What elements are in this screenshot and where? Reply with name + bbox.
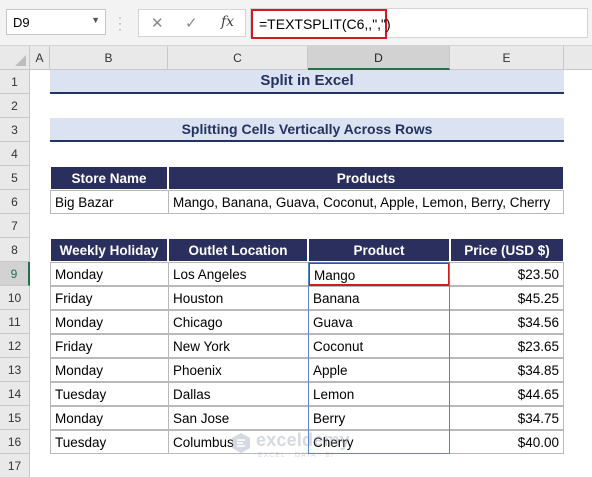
formula-bar: D9 ▼ · · · ✕ ✓ fx =TEXTSPLIT(C6,,",") [0,0,592,46]
product-cell[interactable]: Apple [308,358,450,382]
price-header[interactable]: Price (USD $) [450,238,564,262]
row-header-3[interactable]: 3 [0,118,30,142]
store-name-cell[interactable]: Big Bazar [50,190,169,214]
row-header-2[interactable]: 2 [0,94,30,118]
location-cell[interactable]: Dallas [168,382,309,406]
row-header-9[interactable]: 9 [0,262,30,286]
product-header[interactable]: Product [308,238,450,262]
outlet-location-header[interactable]: Outlet Location [168,238,308,262]
products-cell[interactable]: Mango, Banana, Guava, Coconut, Apple, Le… [168,190,564,214]
chevron-down-icon[interactable]: ▼ [91,15,100,25]
location-cell[interactable]: New York [168,334,309,358]
watermark-name: exceldemy [256,430,350,450]
worksheet-grid: A B C D E 1 2 3 4 5 6 7 8 9 10 11 12 13 … [0,46,592,477]
location-cell[interactable]: Chicago [168,310,309,334]
formula-buttons: ✕ ✓ fx [138,9,246,37]
column-header-b[interactable]: B [50,46,168,70]
select-all-button[interactable] [0,46,30,70]
holiday-cell[interactable]: Monday [50,262,169,286]
holiday-cell[interactable]: Friday [50,286,169,310]
row-header-7[interactable]: 7 [0,214,30,238]
product-cell[interactable]: Coconut [308,334,450,358]
holiday-cell[interactable]: Tuesday [50,382,169,406]
row-header-5[interactable]: 5 [0,166,30,190]
price-cell[interactable]: $23.50 [449,262,564,286]
name-box-value: D9 [13,15,30,30]
row-header-16[interactable]: 16 [0,430,30,454]
formula-text[interactable]: =TEXTSPLIT(C6,,",") [251,9,391,39]
exceldemy-logo-icon [232,433,250,453]
column-header-e[interactable]: E [450,46,564,70]
location-cell[interactable]: Phoenix [168,358,309,382]
price-cell[interactable]: $40.00 [449,430,564,454]
row-header-1[interactable]: 1 [0,70,30,94]
price-cell[interactable]: $34.85 [449,358,564,382]
sheet-subtitle[interactable]: Splitting Cells Vertically Across Rows [50,118,564,142]
weekly-holiday-header[interactable]: Weekly Holiday [50,238,168,262]
drag-handle-icon[interactable]: · · · [118,11,124,35]
column-header-d[interactable]: D [308,46,450,70]
location-cell[interactable]: Houston [168,286,309,310]
row-header-13[interactable]: 13 [0,358,30,382]
watermark-tagline: EXCEL · DATA · BI [258,452,334,459]
formula-input[interactable]: =TEXTSPLIT(C6,,",") [250,8,588,39]
price-cell[interactable]: $23.65 [449,334,564,358]
enter-icon[interactable]: ✓ [185,14,198,32]
row-header-17[interactable]: 17 [0,454,30,477]
row-header-14[interactable]: 14 [0,382,30,406]
products-header[interactable]: Products [168,166,564,190]
location-cell[interactable]: San Jose [168,406,309,430]
price-cell[interactable]: $34.75 [449,406,564,430]
cancel-icon[interactable]: ✕ [151,14,164,32]
row-header-15[interactable]: 15 [0,406,30,430]
holiday-cell[interactable]: Monday [50,310,169,334]
row-header-12[interactable]: 12 [0,334,30,358]
row-header-8[interactable]: 8 [0,238,30,262]
row-header-6[interactable]: 6 [0,190,30,214]
store-name-header[interactable]: Store Name [50,166,168,190]
product-cell[interactable]: Berry [308,406,450,430]
sheet-title[interactable]: Split in Excel [50,70,564,94]
product-cell[interactable]: Guava [308,310,450,334]
holiday-cell[interactable]: Monday [50,406,169,430]
price-cell[interactable]: $44.65 [449,382,564,406]
holiday-cell[interactable]: Tuesday [50,430,169,454]
price-cell[interactable]: $45.25 [449,286,564,310]
product-cell[interactable]: Banana [308,286,450,310]
column-header-c[interactable]: C [168,46,308,70]
price-cell[interactable]: $34.56 [449,310,564,334]
insert-function-icon[interactable]: fx [221,14,234,30]
product-cell[interactable]: Lemon [308,382,450,406]
row-header-10[interactable]: 10 [0,286,30,310]
column-header-f[interactable] [564,46,592,70]
location-cell[interactable]: Los Angeles [168,262,309,286]
row-header-4[interactable]: 4 [0,142,30,166]
holiday-cell[interactable]: Friday [50,334,169,358]
name-box[interactable]: D9 ▼ [6,9,106,35]
product-cell-selected[interactable]: Mango [308,262,450,286]
column-header-a[interactable]: A [30,46,50,70]
row-header-11[interactable]: 11 [0,310,30,334]
watermark: exceldemy EXCEL · DATA · BI [230,430,390,464]
holiday-cell[interactable]: Monday [50,358,169,382]
